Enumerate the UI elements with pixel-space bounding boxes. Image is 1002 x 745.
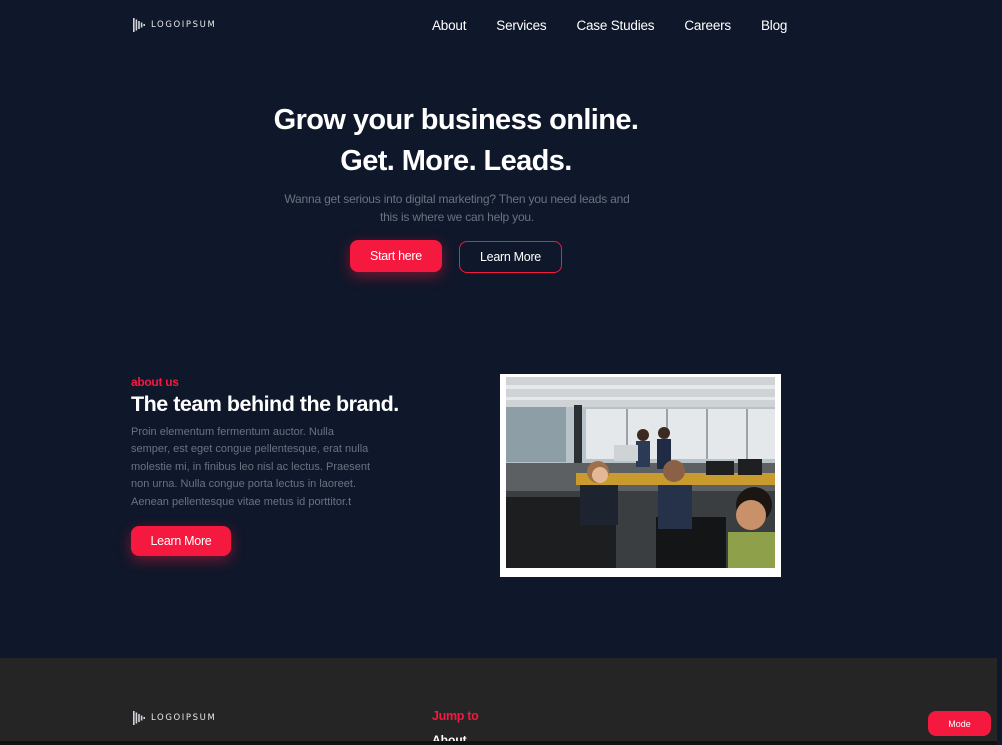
team-photo-frame <box>500 374 781 577</box>
mode-toggle-button[interactable]: Mode <box>928 711 991 736</box>
hero-subtitle-line1: Wanna get serious into digital marketing… <box>284 192 630 206</box>
nav-careers[interactable]: Careers <box>684 18 731 33</box>
hero-subtitle: Wanna get serious into digital marketing… <box>278 191 636 226</box>
about-body-line: non urna. Nulla congue porta lectus in l… <box>131 478 357 491</box>
footer-jump-heading: Jump to <box>432 709 479 723</box>
about-eyebrow: about us <box>131 375 179 389</box>
nav-services[interactable]: Services <box>496 18 546 33</box>
start-here-button[interactable]: Start here <box>350 240 442 272</box>
bottom-edge <box>0 741 997 745</box>
about-learn-more-button[interactable]: Learn More <box>131 526 231 556</box>
hero-subtitle-line2: this is where we can help you. <box>379 209 535 224</box>
team-photo <box>506 377 775 568</box>
logo-mark-icon <box>133 711 145 725</box>
about-body: Proin elementum fermentum auctor. Nulla … <box>131 424 381 511</box>
hero-learn-more-button[interactable]: Learn More <box>459 241 562 273</box>
logo-text: LOGOIPSUM <box>151 20 217 30</box>
hero-title: Grow your business online. Get. More. Le… <box>0 100 912 182</box>
logo-text: LOGOIPSUM <box>151 713 217 723</box>
about-body-line: molestie mi, in finibus leo nisl ac lect… <box>131 460 371 473</box>
about-body-line: Aenean pellentesque vitae metus id portt… <box>131 495 352 508</box>
about-body-line: semper, est eget congue pellentesque, er… <box>131 443 369 456</box>
footer <box>0 658 997 745</box>
header-logo[interactable]: LOGOIPSUM <box>133 17 216 33</box>
nav-about[interactable]: About <box>432 18 466 33</box>
nav-blog[interactable]: Blog <box>761 18 787 33</box>
hero-title-line1: Grow your business online. <box>273 104 639 136</box>
about-body-line: Proin elementum fermentum auctor. Nulla <box>131 426 334 438</box>
scroll-gutter <box>997 0 1002 745</box>
nav-case-studies[interactable]: Case Studies <box>576 18 654 33</box>
footer-logo[interactable]: LOGOIPSUM <box>133 710 216 726</box>
hero-title-line2: Get. More. Leads. <box>340 145 572 177</box>
about-title: The team behind the brand. <box>131 392 399 416</box>
main-nav: About Services Case Studies Careers Blog <box>432 18 787 33</box>
page: LOGOIPSUM About Services Case Studies Ca… <box>0 0 1002 745</box>
logo-mark-icon <box>133 18 145 32</box>
